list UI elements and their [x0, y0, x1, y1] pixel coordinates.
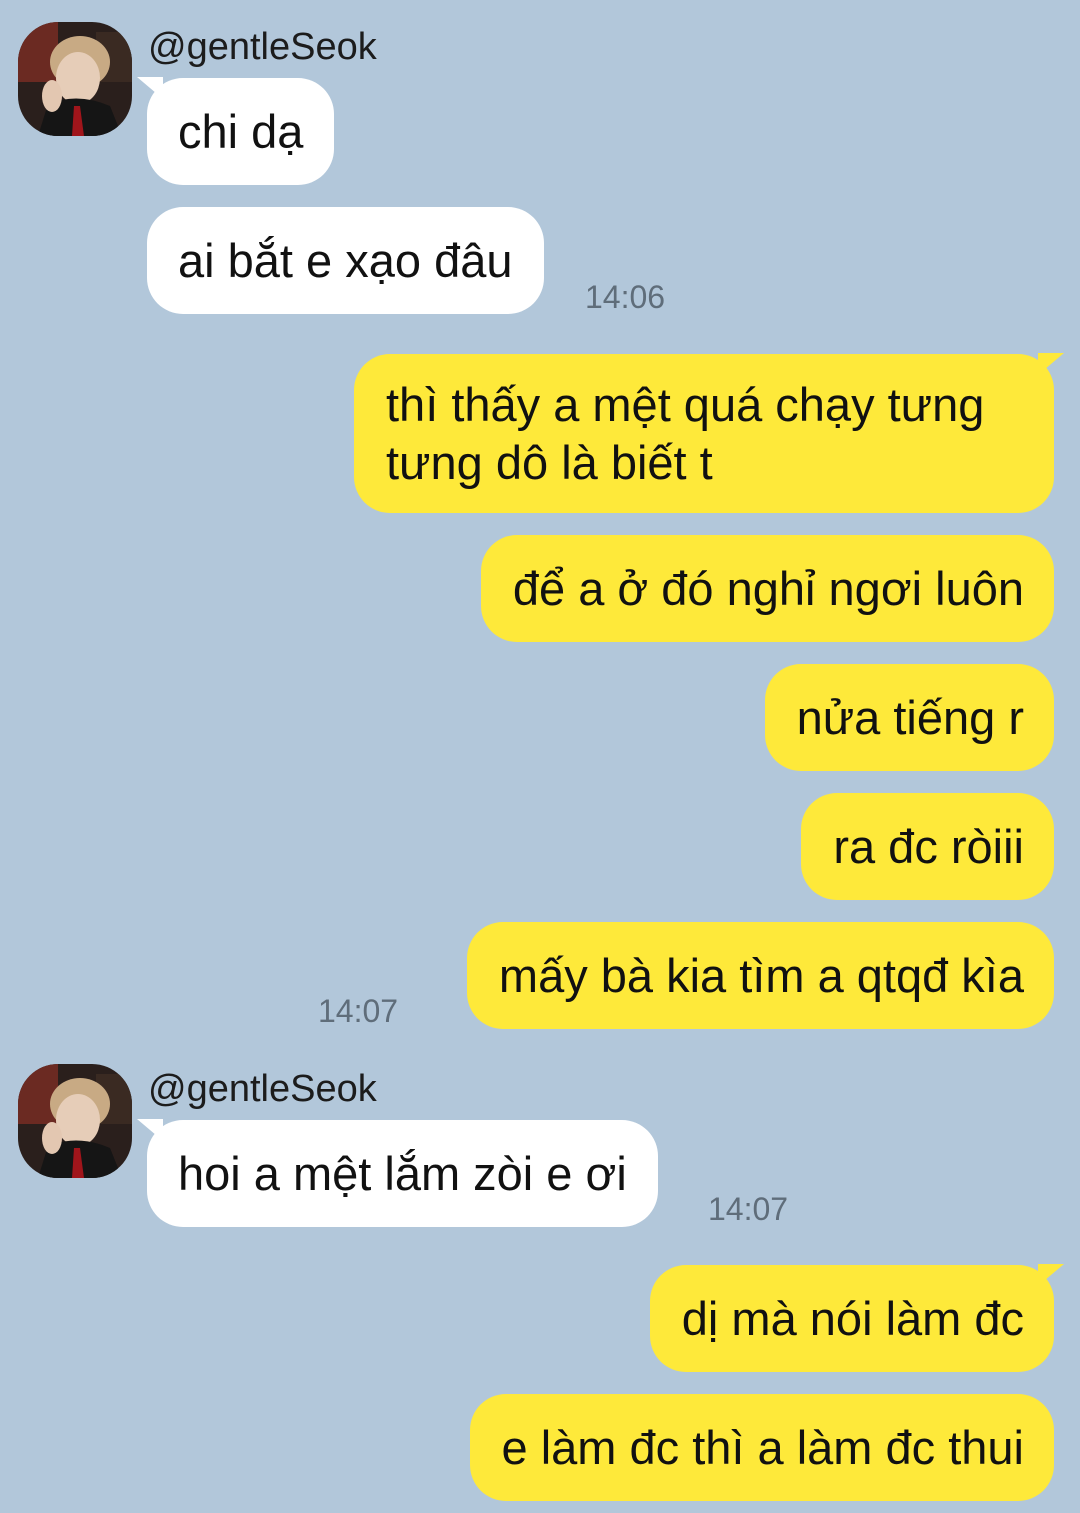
sender-name: @gentleSeok — [148, 26, 377, 68]
message-text: chi dạ — [178, 105, 304, 158]
message-text: ra đc ròiii — [833, 820, 1024, 873]
sender-avatar[interactable] — [18, 1064, 132, 1178]
message-text: hoi a mệt lắm zòi e ơi — [178, 1147, 627, 1200]
message-text: để a ở đó nghỉ ngơi luôn — [512, 562, 1024, 615]
message-text: ai bắt e xạo đâu — [178, 234, 513, 287]
incoming-message-bubble[interactable]: hoi a mệt lắm zòi e ơi — [137, 1119, 658, 1227]
outgoing-message-bubble[interactable]: e làm đc thì a làm đc thui — [469, 1394, 1054, 1501]
bubble-tail-icon — [1038, 1264, 1064, 1286]
message-timestamp: 14:07 — [708, 1191, 789, 1227]
bubble-tail-icon — [1038, 353, 1064, 375]
message-text: dị mà nói làm đc — [681, 1292, 1024, 1345]
outgoing-message-bubble[interactable]: mấy bà kia tìm a qtqđ kìa — [466, 922, 1054, 1029]
chat-window: @gentleSeok chi dạ ai bắt e xạo đâu 14:0… — [0, 0, 1080, 1513]
outgoing-message-bubble[interactable]: ra đc ròiii — [801, 793, 1054, 900]
message-timestamp: 14:07 — [318, 993, 399, 1029]
outgoing-message-bubble[interactable]: thì thấy a mệt quá chạy tưng tưng dô là … — [354, 353, 1064, 513]
message-text: mấy bà kia tìm a qtqđ kìa — [498, 949, 1024, 1002]
message-text: e làm đc thì a làm đc thui — [501, 1421, 1024, 1474]
outgoing-message-bubble[interactable]: nửa tiếng r — [764, 664, 1054, 771]
avatar-photo-icon — [18, 1064, 132, 1178]
outgoing-message-bubble[interactable]: để a ở đó nghỉ ngơi luôn — [480, 535, 1054, 642]
incoming-message-bubble[interactable]: chi dạ — [137, 77, 335, 185]
message-text: thì thấy a mệt quá chạy tưng tưng dô là … — [386, 378, 985, 489]
incoming-message-bubble[interactable]: ai bắt e xạo đâu — [147, 207, 544, 314]
avatar-photo-icon — [18, 22, 132, 136]
sender-avatar[interactable] — [18, 22, 132, 136]
bubble-tail-icon — [137, 1119, 163, 1141]
message-text: nửa tiếng r — [796, 691, 1024, 744]
sender-name: @gentleSeok — [148, 1068, 377, 1110]
outgoing-message-bubble[interactable]: dị mà nói làm đc — [649, 1264, 1064, 1372]
message-timestamp: 14:06 — [585, 279, 666, 315]
bubble-tail-icon — [137, 77, 163, 99]
